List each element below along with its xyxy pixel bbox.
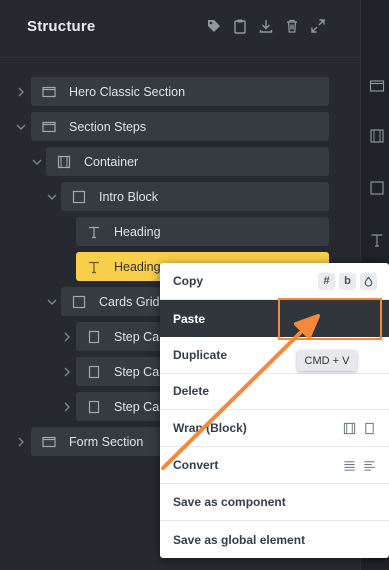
- arrow-shaft: [161, 331, 302, 470]
- annotation-arrow: [161, 314, 320, 470]
- shortcut-tooltip: CMD + V: [297, 350, 357, 371]
